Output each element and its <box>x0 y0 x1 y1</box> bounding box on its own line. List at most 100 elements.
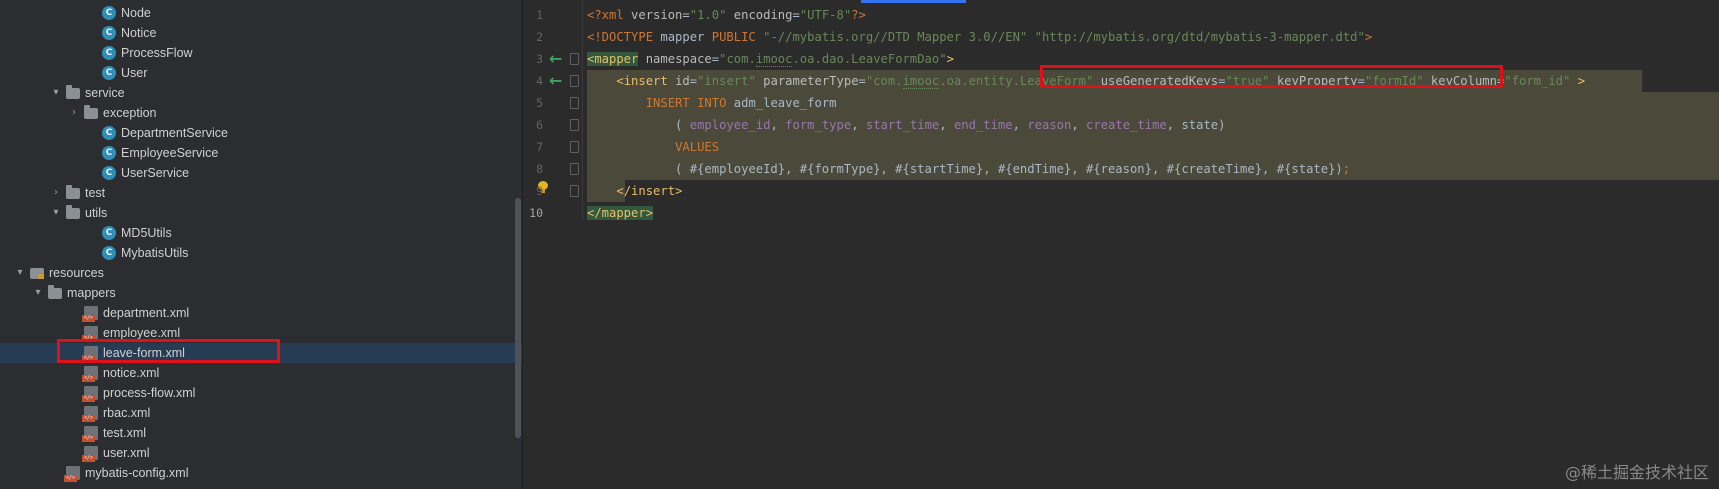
tree-item-resources[interactable]: ▾ resources <box>0 263 522 283</box>
tree-item-label: test <box>85 186 106 200</box>
tree-item-label: EmployeeService <box>121 146 219 160</box>
code-token: parameterType <box>763 74 859 88</box>
tree-scrollbar[interactable] <box>515 198 521 438</box>
code-token: start_time <box>865 118 940 132</box>
code-token: > <box>1364 30 1373 44</box>
class-icon: C <box>102 26 116 40</box>
code-line[interactable]: <!DOCTYPE mapper PUBLIC "-//mybatis.org/… <box>587 26 1372 48</box>
tree-item-label: notice.xml <box>103 366 160 380</box>
tree-item-employeeservice[interactable]: C EmployeeService <box>0 143 522 163</box>
navigate-arrow-icon[interactable]: ← <box>549 48 562 70</box>
tree-item-rbac-xml[interactable]: rbac.xml <box>0 403 522 423</box>
tree-item-label: mybatis-config.xml <box>85 466 189 480</box>
class-icon: C <box>102 126 116 140</box>
tree-item-test-xml[interactable]: test.xml <box>0 423 522 443</box>
highlight-box-selected-file <box>57 339 280 363</box>
tree-item-department-xml[interactable]: department.xml <box>0 303 522 323</box>
code-line[interactable]: INSERT INTO adm_leave_form <box>587 92 837 114</box>
tree-item-user-xml[interactable]: user.xml <box>0 443 522 463</box>
tree-item-service[interactable]: ▾ service <box>0 83 522 103</box>
fold-marker-icon[interactable] <box>570 119 579 131</box>
class-icon: C <box>102 226 116 240</box>
code-token: = <box>689 74 698 88</box>
code-line[interactable]: </insert> <box>587 180 682 202</box>
navigate-arrow-icon[interactable]: ← <box>549 70 562 92</box>
tree-item-label: MybatisUtils <box>121 246 189 260</box>
code-token: , <box>1012 118 1028 132</box>
chevron-down-icon[interactable]: ▾ <box>50 83 62 103</box>
tree-item-exception[interactable]: › exception <box>0 103 522 123</box>
code-token: <insert <box>616 74 676 88</box>
tree-item-label: UserService <box>121 166 190 180</box>
chevron-down-icon[interactable]: ▾ <box>14 263 26 283</box>
code-line[interactable]: VALUES <box>587 136 719 158</box>
project-tree: C Node C Notice C ProcessFlow C User ▾ service › ex… <box>0 0 522 489</box>
tree-item-label: department.xml <box>103 306 190 320</box>
tree-item-user[interactable]: C User <box>0 63 522 83</box>
tree-item-label: service <box>85 86 125 100</box>
code-token: "http://mybatis.org/dtd/mybatis-3-mapper… <box>1034 30 1365 44</box>
tree-item-label: resources <box>49 266 104 280</box>
xml-file-icon <box>82 426 98 442</box>
code-token: , <box>1166 118 1182 132</box>
chevron-down-icon[interactable]: ▾ <box>32 283 44 303</box>
fold-marker-icon[interactable] <box>570 97 579 109</box>
tree-item-label: Node <box>121 6 151 20</box>
code-token: state <box>1181 118 1219 132</box>
tree-item-processflow[interactable]: C ProcessFlow <box>0 43 522 63</box>
tree-item-departmentservice[interactable]: C DepartmentService <box>0 123 522 143</box>
code-token: imooc <box>755 52 793 67</box>
code-line[interactable]: <mapper namespace="com.imooc.oa.dao.Leav… <box>587 48 954 70</box>
code-editor[interactable]: 1 2 3 4 5 6 7 8 9 10 ← ← <?xml version="1.0" encodi… <box>523 0 1719 489</box>
tree-item-mappers[interactable]: ▾ mappers <box>0 283 522 303</box>
code-token: adm_leave_form <box>733 96 837 110</box>
line-number: 9 <box>536 184 543 198</box>
tree-item-node[interactable]: C Node <box>0 3 522 23</box>
tree-item-label: User <box>121 66 148 80</box>
editor-gutter: 1 2 3 4 5 6 7 8 9 10 ← ← <box>523 0 583 489</box>
code-token: .oa.dao.LeaveFormDao" <box>792 52 947 66</box>
tree-item-label: MD5Utils <box>121 226 172 240</box>
chevron-down-icon[interactable]: ▾ <box>50 203 62 223</box>
fold-marker-icon[interactable] <box>570 53 579 65</box>
code-line[interactable]: ( #{employeeId}, #{formType}, #{startTim… <box>587 158 1350 180</box>
tree-item-utils[interactable]: ▾ utils <box>0 203 522 223</box>
fold-marker-icon[interactable] <box>570 141 579 153</box>
line-number: 7 <box>536 140 543 154</box>
fold-marker-icon[interactable] <box>570 163 579 175</box>
tree-item-test[interactable]: › test <box>0 183 522 203</box>
resources-folder-icon <box>30 268 44 279</box>
fold-marker-icon[interactable] <box>570 75 579 87</box>
code-token: "UTF-8" <box>799 8 852 22</box>
tree-item-mybatisutils[interactable]: C MybatisUtils <box>0 243 522 263</box>
chevron-right-icon[interactable]: › <box>50 183 62 203</box>
code-token: end_time <box>953 118 1013 132</box>
tree-item-label: rbac.xml <box>103 406 151 420</box>
line-number: 8 <box>536 162 543 176</box>
xml-file-icon <box>64 466 80 482</box>
fold-marker-icon[interactable] <box>570 185 579 197</box>
code-token: version <box>631 8 683 22</box>
line-number: 3 <box>536 52 543 66</box>
line-number: 1 <box>536 8 543 22</box>
code-line[interactable]: <?xml version="1.0" encoding="UTF-8"?> <box>587 4 866 26</box>
chevron-right-icon[interactable]: › <box>68 103 80 123</box>
code-token: </mapper> <box>587 206 654 220</box>
tree-item-mybatis-config-xml[interactable]: mybatis-config.xml <box>0 463 522 483</box>
tree-item-process-flow-xml[interactable]: process-flow.xml <box>0 383 522 403</box>
code-line[interactable]: ( employee_id, form_type, start_time, en… <box>587 114 1225 136</box>
folder-icon <box>66 205 80 219</box>
folder-icon <box>84 105 98 119</box>
tree-item-userservice[interactable]: C UserService <box>0 163 522 183</box>
code-token: encoding <box>733 8 793 22</box>
code-line[interactable]: </mapper> <box>587 202 654 224</box>
highlight-box-attributes <box>1040 65 1503 88</box>
line-number: 5 <box>536 96 543 110</box>
folder-icon <box>48 285 62 299</box>
tree-item-notice-xml[interactable]: notice.xml <box>0 363 522 383</box>
tree-item-notice[interactable]: C Notice <box>0 23 522 43</box>
tree-item-md5utils[interactable]: C MD5Utils <box>0 223 522 243</box>
code-token: = <box>711 52 720 66</box>
